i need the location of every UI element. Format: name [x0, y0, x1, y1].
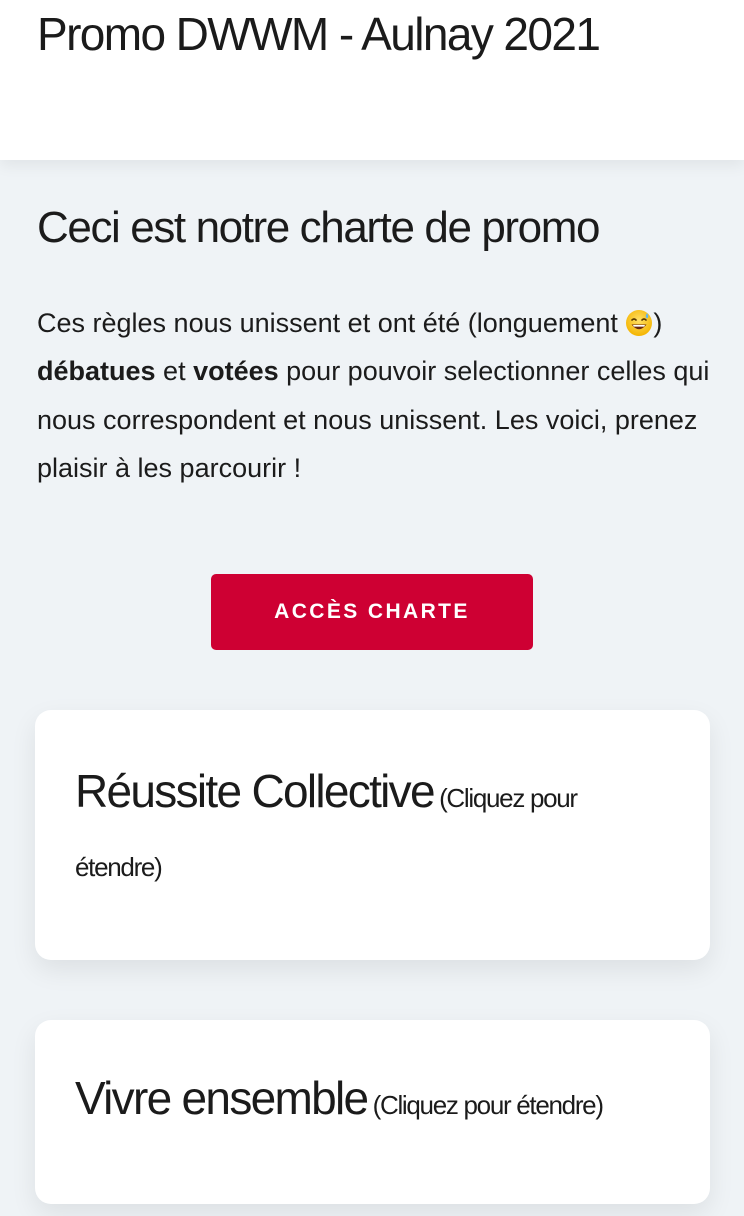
- sweat-smile-emoji-icon: [625, 304, 653, 336]
- card-name: Vivre ensemble: [75, 1072, 369, 1124]
- card-title: Vivre ensemble (Cliquez pour étendre): [75, 1065, 635, 1141]
- intro-bold-1: débatues: [37, 356, 156, 387]
- intro-text-2: ): [653, 308, 663, 338]
- intro-bold-2: votées: [193, 356, 279, 387]
- accordion-card-vivre-ensemble[interactable]: Vivre ensemble (Cliquez pour étendre): [35, 1020, 710, 1204]
- site-title: Promo DWWM - Aulnay 2021: [37, 8, 601, 60]
- site-header: Promo DWWM - Aulnay 2021: [0, 0, 744, 160]
- main-content: Ceci est notre charte de promo Ces règle…: [0, 160, 744, 1216]
- card-expand-hint: (Cliquez pour étendre): [372, 1090, 604, 1120]
- intro-text-1: Ces règles nous unissent et ont été (lon…: [37, 308, 626, 338]
- card-title: Réussite Collective (Cliquez pour étendr…: [75, 758, 635, 903]
- acces-charte-button[interactable]: ACCÈS CHARTE: [211, 574, 533, 650]
- intro-text-3: et: [155, 356, 194, 387]
- card-name: Réussite Collective: [75, 765, 436, 817]
- accordion-card-reussite-collective[interactable]: Réussite Collective (Cliquez pour étendr…: [35, 710, 710, 960]
- intro-paragraph: Ces règles nous unissent et ont été (lon…: [37, 299, 717, 492]
- section-title: Ceci est notre charte de promo: [37, 203, 600, 252]
